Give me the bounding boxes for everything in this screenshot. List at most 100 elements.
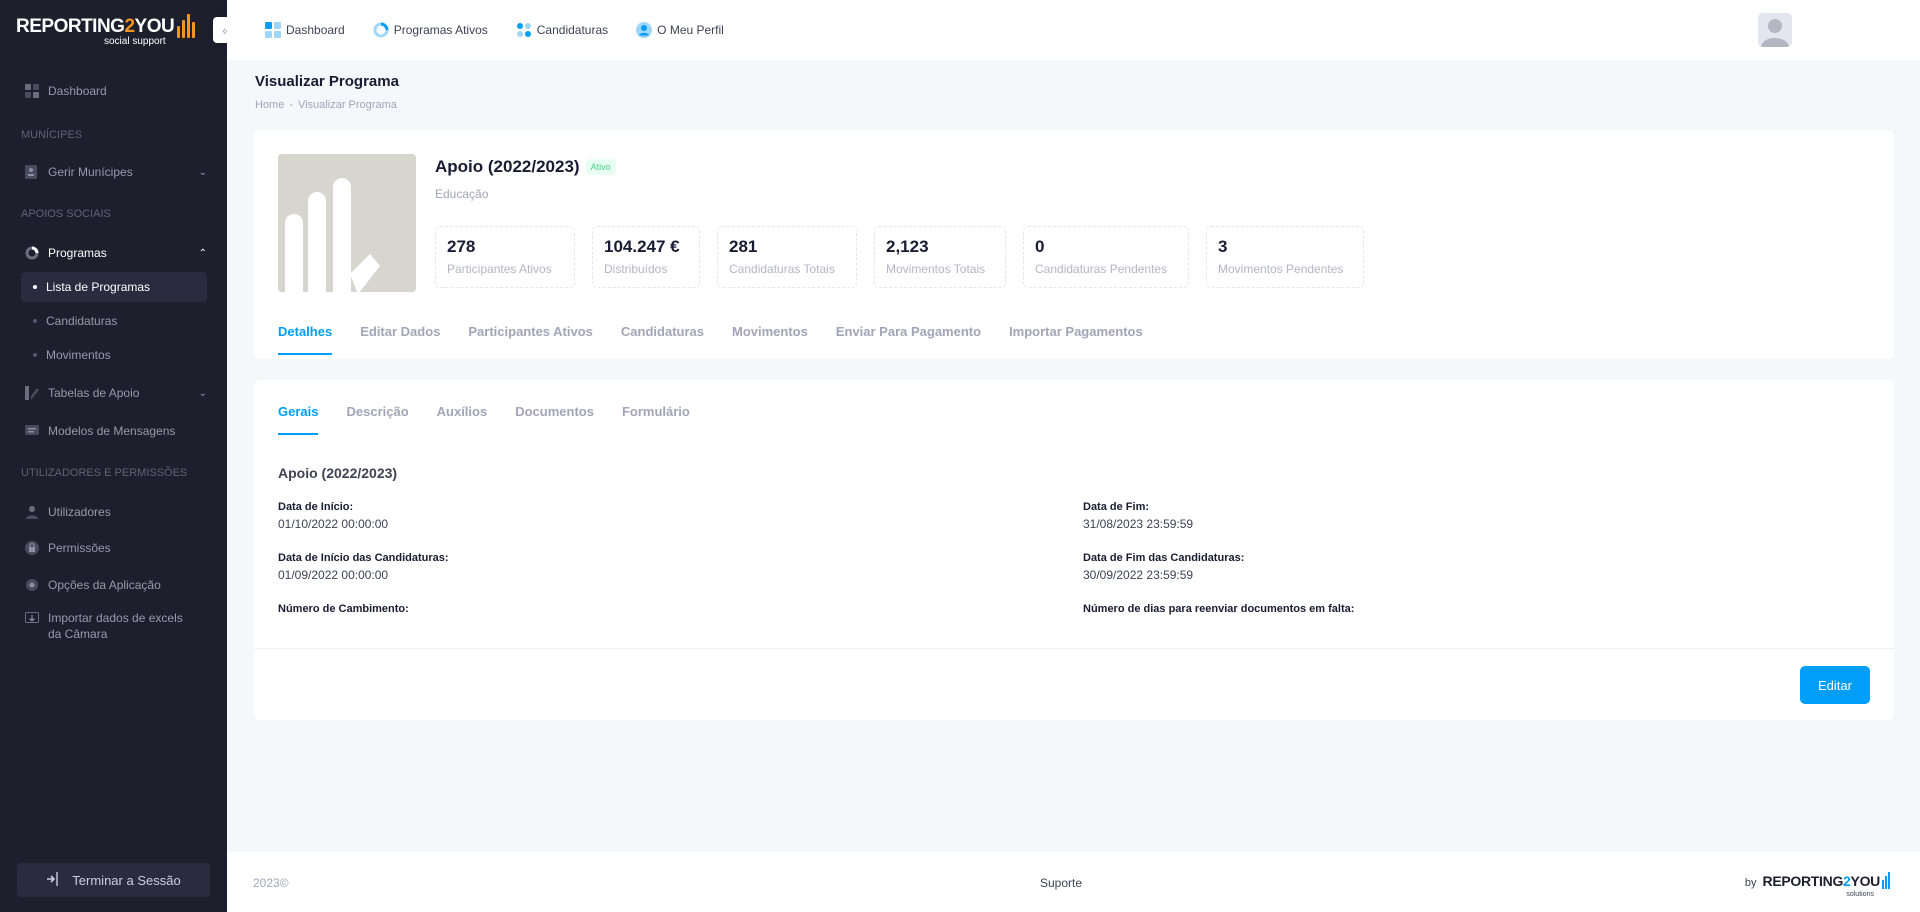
- sidebar-item-label: Programas: [48, 246, 107, 260]
- tab-gerais[interactable]: Gerais: [278, 404, 319, 435]
- program-tabs: Detalhes Editar Dados Participantes Ativ…: [278, 324, 1143, 355]
- program-title: Apoio (2022/2023) Ativo: [435, 157, 616, 177]
- stat-label: Participantes Ativos: [447, 262, 552, 276]
- nav-label: Dashboard: [286, 23, 345, 37]
- stat-value: 0: [1035, 237, 1045, 256]
- breadcrumb: Home - Visualizar Programa: [255, 99, 397, 111]
- breadcrumb-separator: -: [289, 99, 294, 111]
- sidebar-item-label: Opções da Aplicação: [48, 578, 161, 592]
- stat-value: 104.247 €: [604, 237, 680, 256]
- tab-documentos[interactable]: Documentos: [515, 404, 594, 435]
- nav-dashboard[interactable]: Dashboard: [265, 22, 345, 38]
- import-icon: [24, 611, 40, 627]
- field-value: 01/10/2022 00:00:00: [278, 517, 389, 531]
- main-content: Visualizar Programa Home - Visualizar Pr…: [227, 60, 1920, 912]
- nav-meu-perfil[interactable]: O Meu Perfil: [636, 22, 724, 38]
- footer-year: 2023©: [253, 876, 289, 890]
- menu-section-municipes: MUNÍCIPES: [21, 129, 83, 141]
- dashboard-icon: [24, 83, 40, 99]
- footer-support-link[interactable]: Suporte: [1040, 876, 1082, 890]
- field-numero-cambimento: Número de Cambimento:: [278, 603, 409, 615]
- donut-chart-icon: [373, 22, 389, 38]
- field-label: Número de Cambimento:: [278, 603, 409, 615]
- brand-logo-text: REPORTING2YOU: [16, 15, 175, 37]
- sidebar-subitem-movimentos[interactable]: Movimentos: [21, 340, 207, 370]
- user-circle-icon: [636, 22, 653, 38]
- sidebar-item-dashboard[interactable]: Dashboard: [0, 76, 227, 106]
- tab-movimentos[interactable]: Movimentos: [732, 324, 808, 355]
- status-badge: Ativo: [585, 159, 616, 175]
- stat-participantes-ativos: 278 Participantes Ativos: [435, 226, 575, 288]
- nav-label: Candidaturas: [536, 23, 609, 37]
- program-summary-card: Apoio (2022/2023) Ativo Educação 278 Par…: [254, 130, 1894, 359]
- field-label: Data de Fim das Candidaturas:: [1083, 552, 1245, 564]
- sidebar-item-label: Gerir Munícipes: [48, 165, 133, 179]
- field-data-inicio-candidaturas: Data de Início das Candidaturas: 01/09/2…: [278, 552, 449, 582]
- tab-candidaturas[interactable]: Candidaturas: [621, 324, 704, 355]
- brand-logo[interactable]: REPORTING2YOU social support: [16, 13, 196, 47]
- program-details-card: Gerais Descrição Auxílios Documentos For…: [254, 380, 1894, 720]
- sidebar-item-label: Utilizadores: [48, 505, 111, 519]
- tab-auxilios[interactable]: Auxílios: [437, 404, 488, 435]
- brand-bars-icon: [177, 13, 196, 38]
- message-icon: [24, 423, 40, 439]
- sidebar-item-importar[interactable]: Importar dados de excels da Câmara: [0, 606, 227, 646]
- sidebar-item-programas[interactable]: Programas ⌃: [0, 238, 227, 268]
- sidebar-item-gerir-municipes[interactable]: Gerir Munícipes ⌄: [0, 157, 227, 187]
- field-data-inicio: Data de Início: 01/10/2022 00:00:00: [278, 501, 388, 531]
- sidebar-item-utilizadores[interactable]: Utilizadores: [0, 497, 227, 527]
- logout-button[interactable]: Terminar a Sessão: [17, 863, 210, 897]
- stat-label: Distribuídos: [604, 262, 668, 276]
- field-data-fim: Data de Fim: 31/08/2023 23:59:59: [1083, 501, 1193, 531]
- stat-label: Candidaturas Pendentes: [1035, 262, 1168, 276]
- stat-label: Movimentos Pendentes: [1218, 262, 1344, 276]
- sidebar-subitem-candidaturas[interactable]: Candidaturas: [21, 306, 207, 336]
- breadcrumb-current: Visualizar Programa: [298, 99, 397, 111]
- program-category: Educação: [435, 187, 489, 201]
- nav-label: Programas Ativos: [393, 23, 488, 37]
- stat-value: 2,123: [886, 237, 929, 256]
- stat-movimentos-totais: 2,123 Movimentos Totais: [874, 226, 1006, 288]
- footer-logo: REPORTING2YOU: [1762, 873, 1881, 889]
- footer-brand[interactable]: by REPORTING2YOU solutions: [1745, 872, 1890, 898]
- program-name: Apoio (2022/2023): [435, 157, 580, 176]
- edit-button[interactable]: Editar: [1800, 666, 1870, 704]
- logout-label: Terminar a Sessão: [72, 872, 181, 888]
- tab-detalhes[interactable]: Detalhes: [278, 324, 333, 355]
- tab-formulario[interactable]: Formulário: [622, 404, 690, 435]
- stat-candidaturas-totais: 281 Candidaturas Totais: [717, 226, 857, 288]
- top-header: Dashboard Programas Ativos Candidaturas …: [227, 0, 1920, 60]
- card-divider: [254, 648, 1894, 649]
- sidebar-subitem-label: Candidaturas: [46, 314, 118, 328]
- sidebar-item-tabelas-apoio[interactable]: Tabelas de Apoio ⌄: [0, 378, 227, 408]
- stat-value: 3: [1218, 237, 1228, 256]
- nav-label: O Meu Perfil: [657, 23, 724, 37]
- tab-enviar-pagamento[interactable]: Enviar Para Pagamento: [836, 324, 981, 355]
- brand-tagline: social support: [104, 35, 166, 47]
- menu-section-users: UTILIZADORES E PERMISSÕES: [21, 467, 188, 479]
- field-label: Data de Fim:: [1083, 501, 1150, 513]
- bullet-icon: [33, 285, 37, 289]
- donut-chart-icon: [24, 245, 40, 261]
- sidebar-subitem-lista-programas[interactable]: Lista de Programas: [21, 272, 207, 302]
- tab-descricao[interactable]: Descrição: [346, 404, 408, 435]
- nav-programas-ativos[interactable]: Programas Ativos: [373, 22, 488, 38]
- breadcrumb-home[interactable]: Home: [255, 99, 284, 111]
- sidebar-item-opcoes[interactable]: Opções da Aplicação: [0, 570, 227, 600]
- user-avatar[interactable]: [1758, 13, 1792, 47]
- sidebar-item-permissoes[interactable]: Permissões: [0, 533, 227, 563]
- sidebar-menu: Dashboard MUNÍCIPES Gerir Munícipes ⌄ AP…: [0, 60, 227, 646]
- program-stats: 278 Participantes Ativos 104.247 € Distr…: [435, 226, 1364, 288]
- dashboard-icon: [265, 22, 281, 38]
- field-value: 31/08/2023 23:59:59: [1083, 517, 1194, 531]
- sidebar-subitem-label: Lista de Programas: [46, 280, 151, 294]
- nav-candidaturas[interactable]: Candidaturas: [516, 22, 608, 38]
- lock-icon: [24, 540, 40, 556]
- bullet-icon: [33, 319, 37, 323]
- tab-importar-pagamentos[interactable]: Importar Pagamentos: [1009, 324, 1143, 355]
- chevron-down-icon: ⌄: [198, 166, 207, 178]
- footer: 2023© Suporte by REPORTING2YOU solutions: [227, 852, 1920, 912]
- sidebar-item-modelos-mensagens[interactable]: Modelos de Mensagens: [0, 416, 227, 446]
- tab-editar-dados[interactable]: Editar Dados: [360, 324, 440, 355]
- tab-participantes-ativos[interactable]: Participantes Ativos: [468, 324, 593, 355]
